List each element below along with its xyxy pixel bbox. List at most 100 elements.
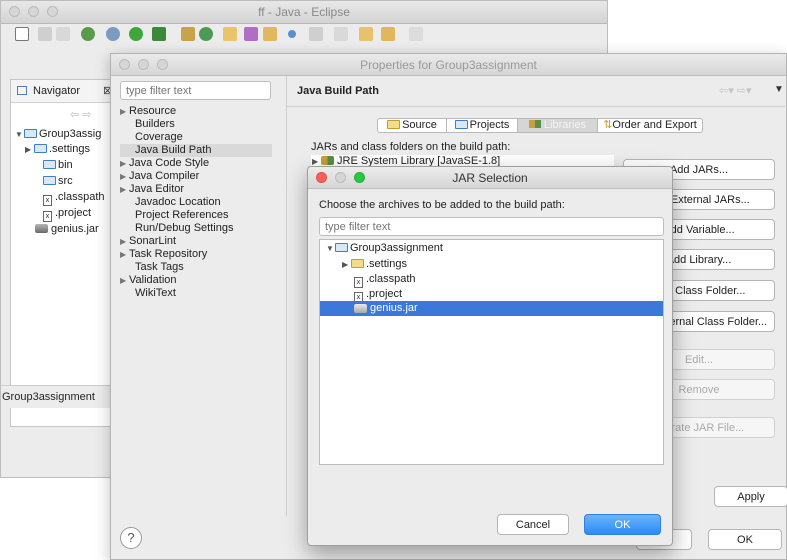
ok-button[interactable]: OK (584, 514, 661, 535)
tree-item[interactable]: ▶ .settings (25, 143, 90, 156)
jar-dialog-title: JAR Selection (452, 171, 528, 185)
expand-arrow-icon[interactable]: ▶ (120, 237, 129, 246)
prev-annotation-icon[interactable] (334, 27, 348, 41)
open-task-icon[interactable] (263, 27, 277, 41)
run-icon[interactable] (129, 27, 143, 41)
jar-filter-input[interactable] (319, 217, 664, 236)
expand-arrow-icon[interactable]: ▶ (120, 250, 129, 259)
main-toolbar (1, 24, 607, 46)
window-title: ff - Java - Eclipse (258, 5, 350, 19)
expand-arrow-icon[interactable]: ▼ (326, 242, 335, 255)
properties-titlebar: Properties for Group3assignment (111, 54, 786, 76)
category-pane: ▶Resource Builders Coverage Java Build P… (120, 81, 282, 521)
forward-icon[interactable] (409, 27, 423, 41)
tab-order-export[interactable]: ⇅Order and Export (598, 118, 703, 133)
category-item[interactable]: Project References (120, 209, 272, 222)
expand-arrow-icon[interactable]: ▶ (120, 172, 129, 181)
category-item[interactable]: Coverage (120, 131, 272, 144)
navigator-tree: ▼ Group3assig ▶ .settings bin src x .classp… (11, 126, 121, 376)
jar-titlebar: JAR Selection (308, 167, 672, 189)
tab-projects[interactable]: Projects (447, 118, 518, 133)
navigator-back-icon[interactable]: ⇦ ⇨ (70, 108, 92, 121)
category-item[interactable]: Run/Debug Settings (120, 222, 272, 235)
back-arrow-icon[interactable] (381, 27, 395, 41)
category-item[interactable]: ▶ Java Code Style (120, 157, 272, 170)
expand-arrow-icon[interactable]: ▶ (25, 143, 34, 156)
expand-arrow-icon[interactable]: ▶ (342, 258, 351, 271)
library-icon (321, 156, 334, 165)
category-item[interactable]: Javadoc Location (120, 196, 272, 209)
build-path-tabs: Source Projects Libraries ⇅Order and Exp… (377, 118, 717, 133)
expand-arrow-icon[interactable]: ▶ (120, 185, 129, 194)
pane-divider[interactable] (286, 76, 287, 516)
jar-selection-dialog: JAR Selection Choose the archives to be … (307, 166, 673, 546)
jar-tree: ▼ Group3assignment ▶ .settings x .classpath… (319, 239, 664, 465)
save-icon[interactable] (38, 27, 52, 41)
next-annotation-icon[interactable] (309, 27, 323, 41)
tab-libraries[interactable]: Libraries (518, 118, 598, 133)
ok-button[interactable]: OK (708, 529, 782, 550)
search-icon[interactable] (244, 27, 258, 41)
jar-prompt: Choose the archives to be added to the b… (319, 199, 565, 211)
tree-item[interactable]: x .classpath (354, 273, 416, 288)
category-item[interactable]: ▶ Java Compiler (120, 170, 272, 183)
cancel-button[interactable]: Cancel (497, 514, 569, 535)
category-item[interactable]: ▶ Resource (120, 105, 272, 118)
expand-arrow-icon[interactable]: ▶ (120, 159, 129, 168)
run-external-icon[interactable] (152, 27, 166, 41)
apply-button[interactable]: Apply (714, 486, 787, 507)
category-item[interactable]: WikiText (120, 287, 272, 300)
category-item[interactable]: ▶ Validation (120, 274, 272, 287)
folder-icon (351, 259, 364, 268)
navigator-tab-label: Navigator (33, 85, 81, 97)
tree-item[interactable]: x .classpath (43, 191, 105, 206)
folder-icon (43, 176, 56, 185)
back-icon[interactable] (359, 27, 373, 41)
project-folder-icon (454, 120, 468, 129)
navigator-icon (17, 86, 27, 95)
tree-item[interactable]: x .project (43, 207, 91, 222)
tree-item-selected[interactable]: genius.jar (320, 301, 663, 316)
history-nav-icon[interactable]: ⇦▾ ⇨▾ (719, 84, 752, 97)
category-item[interactable]: Builders (120, 118, 272, 131)
new-icon[interactable] (15, 27, 29, 41)
debug-icon[interactable] (106, 27, 120, 41)
tree-item[interactable]: ▶ .settings (342, 258, 407, 271)
tree-item[interactable]: src (43, 175, 73, 188)
navigator-tab[interactable]: Navigator ⊠ (11, 80, 121, 103)
folder-icon (34, 144, 47, 153)
project-folder-icon (24, 129, 37, 138)
source-folder-icon (387, 120, 401, 129)
open-type-icon[interactable] (223, 27, 237, 41)
jars-label: JARs and class folders on the build path… (311, 141, 511, 153)
category-item-selected[interactable]: Java Build Path (120, 144, 272, 157)
expand-arrow-icon[interactable]: ▶ (120, 276, 129, 285)
properties-title: Properties for Group3assignment (360, 58, 537, 72)
save-all-icon[interactable] (56, 27, 70, 41)
category-item[interactable]: ▶ SonarLint (120, 235, 272, 248)
status-bar: Group3assignment (1, 385, 111, 408)
tree-item[interactable]: genius.jar (35, 223, 99, 236)
new-class-icon[interactable] (199, 27, 213, 41)
libraries-icon (528, 120, 541, 128)
jar-icon (354, 304, 367, 313)
xml-file-icon: x (43, 195, 52, 206)
tab-source[interactable]: Source (377, 118, 447, 133)
view-menu-icon[interactable]: ▼ (774, 84, 784, 95)
new-java-project-icon[interactable] (81, 27, 95, 41)
tree-item[interactable]: ▼ Group3assignment (326, 242, 443, 255)
category-item[interactable]: Task Tags (120, 261, 272, 274)
help-button[interactable]: ? (120, 527, 142, 549)
tree-item[interactable]: ▼ Group3assig (15, 128, 101, 141)
new-package-icon[interactable] (181, 27, 195, 41)
category-item[interactable]: ▶ Task Repository (120, 248, 272, 261)
category-filter-input[interactable] (120, 81, 271, 100)
status-text: Group3assignment (2, 391, 95, 403)
tree-item[interactable]: bin (43, 159, 73, 172)
category-item[interactable]: ▶ Java Editor (120, 183, 272, 196)
expand-arrow-icon[interactable]: ▶ (120, 107, 129, 116)
jar-icon (35, 224, 48, 233)
expand-arrow-icon[interactable]: ▼ (15, 128, 24, 141)
pin-icon[interactable] (288, 30, 296, 38)
page-header: Java Build Path ⇦▾ ⇨▾ ▼ (287, 76, 787, 107)
